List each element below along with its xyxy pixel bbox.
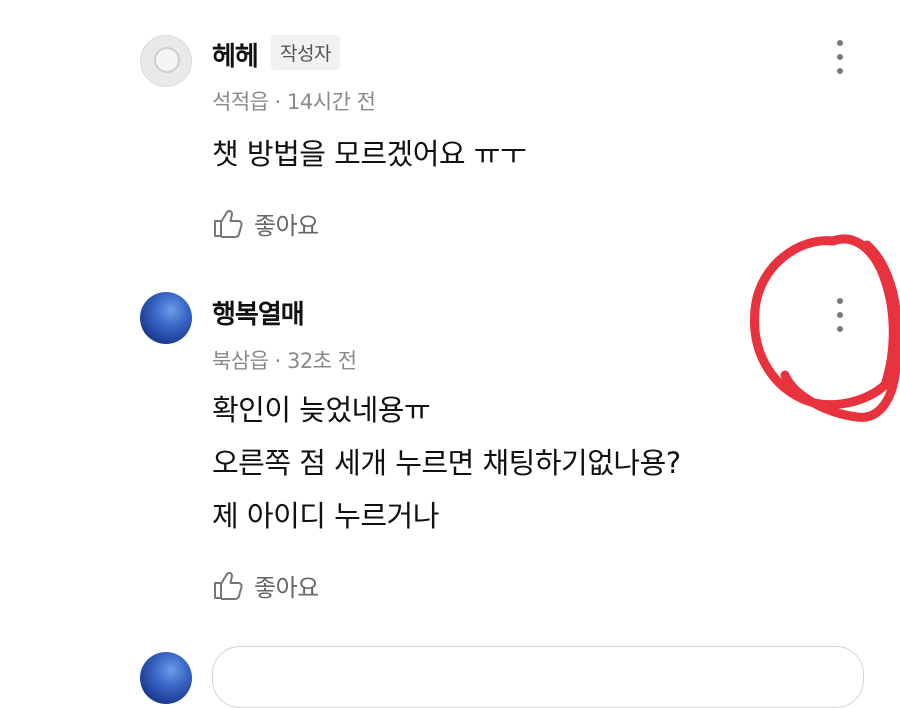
comment-time: 14시간 전 [287, 90, 376, 114]
thumbs-up-icon [214, 209, 243, 238]
comment-author[interactable]: 헤헤 [212, 36, 259, 73]
meta-separator: · [274, 349, 282, 373]
comment-text-line: 제 아이디 누르거나 [212, 499, 439, 533]
comment-meta: 석적읍 · 14시간 전 [212, 86, 376, 116]
like-button[interactable]: 좋아요 [212, 206, 319, 240]
like-label: 좋아요 [254, 573, 319, 602]
comment-location: 석적읍 [212, 90, 269, 114]
comment-meta: 북삼읍 · 32초 전 [212, 345, 357, 375]
reply-input[interactable] [212, 646, 864, 708]
comment-text: 확인이 늦었네용ㅠ 오른쪽 점 세개 누르면 채팅하기없나용? 제 아이디 누르… [212, 384, 681, 543]
avatar[interactable] [140, 292, 192, 344]
thumbs-up-icon [214, 571, 243, 600]
meta-separator: · [274, 90, 282, 114]
comment-text-line: 오른쪽 점 세개 누르면 채팅하기없나용? [212, 446, 681, 480]
comment-text-line: 확인이 늦었네용ㅠ [212, 393, 431, 427]
like-button[interactable]: 좋아요 [212, 568, 319, 602]
author-badge: 작성자 [271, 35, 340, 70]
red-circle-annotation [749, 234, 900, 422]
comment-text-line: 챗 방법을 모르겠어요 ㅠㅜ [212, 137, 527, 171]
comment-location: 북삼읍 [212, 349, 269, 373]
avatar[interactable] [140, 35, 192, 87]
comment-time: 32초 전 [287, 349, 357, 373]
more-vertical-icon[interactable] [828, 296, 852, 336]
comment-author[interactable]: 행복열매 [212, 294, 305, 331]
comment-text: 챗 방법을 모르겠어요 ㅠㅜ [212, 128, 527, 181]
like-label: 좋아요 [254, 211, 319, 240]
default-avatar-icon [154, 47, 180, 73]
avatar [140, 652, 192, 704]
more-vertical-icon[interactable] [828, 38, 852, 78]
